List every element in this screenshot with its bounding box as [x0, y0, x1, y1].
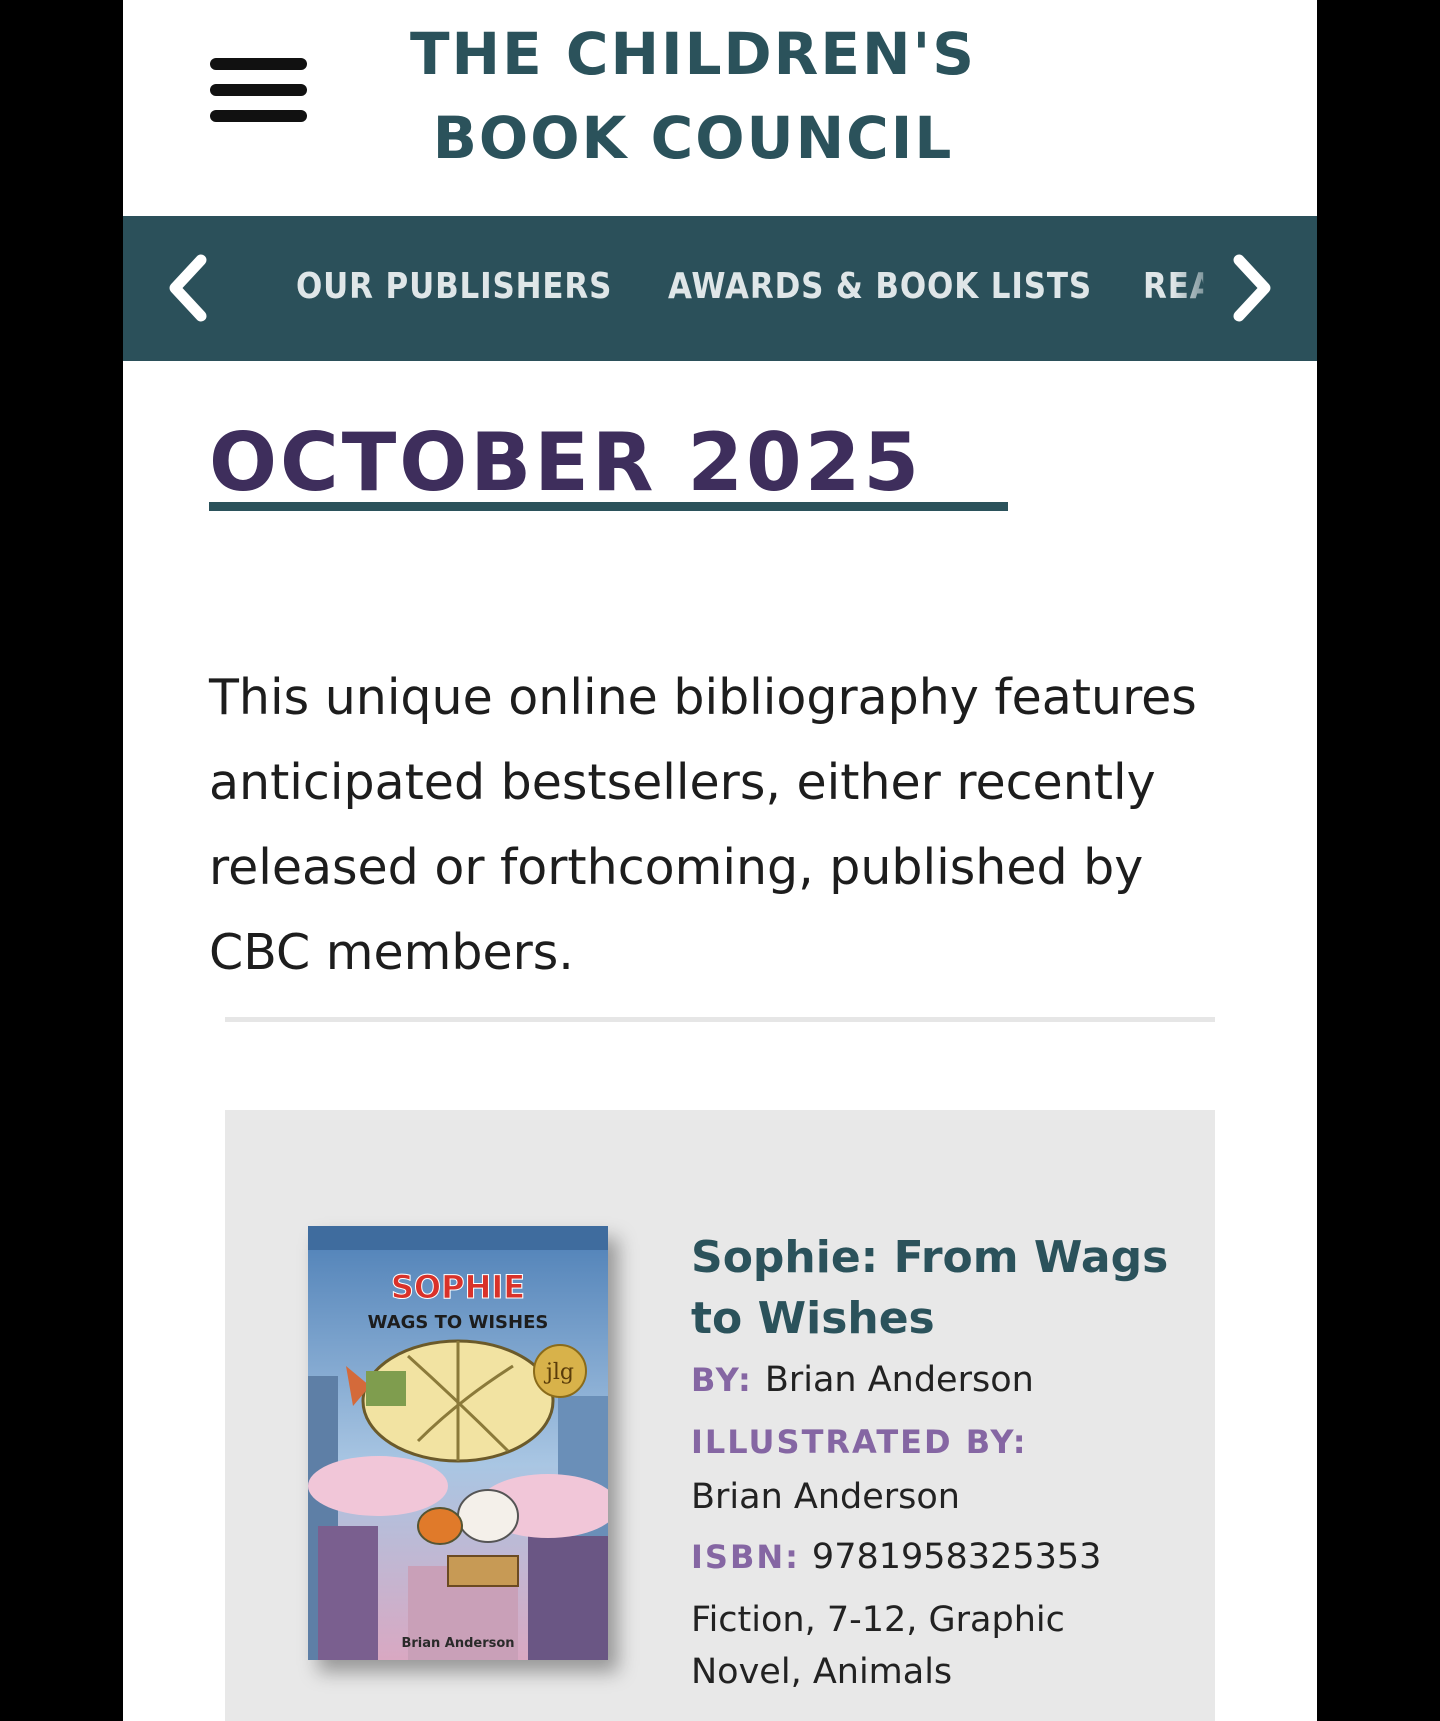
- illustrated-by-label: ILLUSTRATED BY:: [691, 1423, 1028, 1461]
- intro-line: This unique online bibliography features: [209, 669, 1197, 726]
- genres: Fiction, 7-12, Graphic Novel, Animals: [691, 1594, 1191, 1698]
- book-title-link[interactable]: Sophie: From Wags to Wishes: [691, 1227, 1191, 1349]
- intro-line: CBC members.: [209, 924, 574, 981]
- illustrator-name: Brian Anderson: [691, 1477, 960, 1517]
- cover-subtitle: WAGS TO WISHES: [368, 1312, 549, 1333]
- isbn-value: 9781958325353: [811, 1537, 1102, 1577]
- nav-carousel: OUR PUBLISHERS AWARDS & BOOK LISTS REA: [123, 216, 1317, 361]
- cover-badge: jlg: [543, 1360, 574, 1385]
- cover-author: Brian Anderson: [401, 1636, 514, 1651]
- book-cover-image[interactable]: SOPHIE WAGS TO WISHES jlg Brian Anderson: [308, 1226, 608, 1660]
- author-row: BY: Brian Anderson: [691, 1360, 1191, 1400]
- chevron-right-icon[interactable]: [1221, 252, 1281, 324]
- cover-title: SOPHIE: [391, 1268, 525, 1306]
- intro-paragraph: This unique online bibliography features…: [209, 655, 1229, 995]
- page: THE CHILDREN'S BOOK COUNCIL OUR PUBLISHE…: [123, 0, 1317, 1721]
- hamburger-menu-icon[interactable]: [210, 55, 310, 131]
- book-card: SOPHIE WAGS TO WISHES jlg Brian Anderson…: [225, 1110, 1215, 1721]
- site-title-line1: THE CHILDREN'S: [409, 20, 977, 88]
- intro-line: released or forthcoming, published by: [209, 839, 1144, 896]
- chevron-left-icon[interactable]: [161, 252, 221, 324]
- book-title-line: to Wishes: [691, 1293, 935, 1344]
- nav-item-our-publishers[interactable]: OUR PUBLISHERS: [296, 262, 612, 312]
- site-title[interactable]: THE CHILDREN'S BOOK COUNCIL: [323, 12, 1063, 180]
- genres-line: Fiction, 7-12, Graphic: [691, 1600, 1065, 1640]
- divider: [225, 1017, 1215, 1022]
- illustrator-label-row: ILLUSTRATED BY:: [691, 1422, 1191, 1462]
- genres-line: Novel, Animals: [691, 1652, 953, 1692]
- nav-item-awards-book-lists[interactable]: AWARDS & BOOK LISTS: [668, 262, 1092, 312]
- book-title-line: Sophie: From Wags: [691, 1232, 1169, 1283]
- site-title-line2: BOOK COUNCIL: [432, 104, 954, 172]
- isbn-row: ISBN: 9781958325353: [691, 1537, 1191, 1577]
- isbn-label: ISBN:: [691, 1538, 800, 1576]
- title-underline: [209, 502, 1008, 511]
- by-label: BY:: [691, 1361, 753, 1399]
- intro-line: anticipated bestsellers, either recently: [209, 754, 1156, 811]
- page-title: OCTOBER 2025: [209, 416, 923, 509]
- illustrator-row: Brian Anderson: [691, 1477, 1191, 1517]
- author-name: Brian Anderson: [764, 1360, 1034, 1400]
- site-header: THE CHILDREN'S BOOK COUNCIL: [123, 0, 1317, 216]
